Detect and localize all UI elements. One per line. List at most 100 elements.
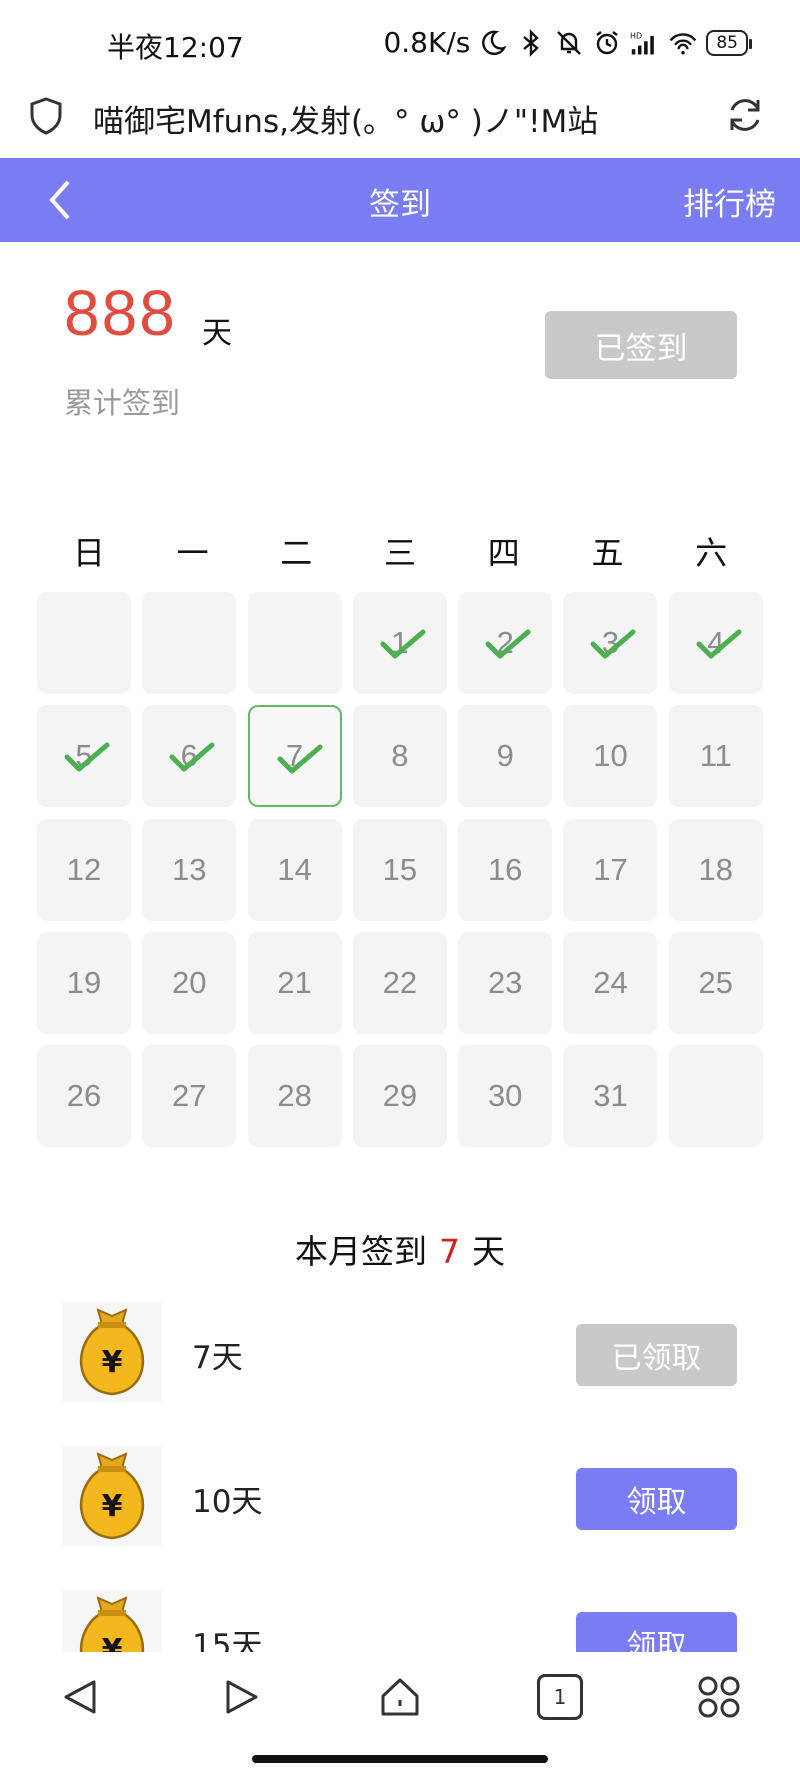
signed-check-icon [277, 744, 323, 774]
signed-in-button[interactable]: 已签到 [545, 311, 737, 379]
calendar-day: 18 [668, 818, 763, 921]
battery-icon: 85 [706, 29, 752, 56]
weekday-label: 六 [695, 534, 728, 572]
day-number: 13 [172, 851, 207, 887]
calendar-day: 26 [37, 1045, 131, 1148]
weekday-label: 五 [591, 534, 624, 572]
calendar-day: 21 [247, 931, 342, 1034]
calendar-day: 12 [37, 818, 131, 921]
day-number: 31 [593, 1078, 628, 1114]
page-title[interactable]: 喵御宅Mfuns,发射(。° ω° )ノ"!M站 [93, 96, 598, 141]
calendar-day: 4 [668, 592, 763, 694]
day-number: 30 [487, 1078, 523, 1114]
month-signin-prefix: 本月签到 [295, 1232, 427, 1271]
calendar-day: 13 [142, 818, 237, 921]
url-bar[interactable]: 喵御宅Mfuns,发射(。° ω° )ノ"!M站 [0, 80, 800, 158]
day-number: 26 [66, 1078, 102, 1114]
weekday-label: 二 [280, 534, 313, 572]
day-number: 27 [172, 1078, 207, 1114]
month-signin-count: 7 [439, 1232, 460, 1271]
calendar-day: 22 [352, 931, 447, 1034]
calendar-day: 10 [563, 705, 658, 808]
wifi-icon [670, 32, 697, 54]
month-signin-suffix: 天 [472, 1232, 505, 1271]
alarm-icon [596, 30, 619, 54]
day-number: 14 [277, 851, 312, 887]
calendar-day: 11 [668, 705, 763, 808]
calendar-day: 24 [563, 931, 658, 1034]
reload-icon[interactable] [724, 94, 766, 136]
signed-check-icon [696, 629, 742, 659]
day-number: 12 [66, 851, 102, 887]
calendar-day: 15 [352, 818, 447, 921]
day-number: 19 [66, 964, 102, 1000]
day-number: 23 [487, 964, 523, 1000]
signed-check-icon [380, 629, 426, 659]
signin-calendar: 1 2 3 4 5 6 7 8 9 10 11 12 13 14 15 16 17 18 19 20 21 22 23 24 2… [37, 592, 763, 1148]
home-indicator [252, 1755, 548, 1763]
calendar-day: 2 [458, 592, 553, 694]
status-bar: 半夜12:07 0.8K/s HD 85 [0, 0, 800, 90]
calendar-day: 30 [458, 1045, 553, 1148]
home-icon[interactable] [377, 1674, 423, 1720]
day-number: 9 [496, 738, 514, 774]
forward-icon[interactable] [218, 1674, 264, 1720]
day-number: 8 [391, 738, 409, 774]
page-heading: 签到 [369, 187, 431, 223]
tabs-icon[interactable]: 1 [537, 1674, 583, 1720]
shield-icon[interactable] [28, 96, 64, 136]
reward-item: ¥ 7天 已领取 [0, 1302, 800, 1402]
bell-muted-icon [557, 30, 582, 55]
svg-text:¥: ¥ [102, 1489, 123, 1524]
calendar-day: 3 [563, 592, 658, 694]
day-number: 18 [698, 851, 734, 887]
day-number: 11 [699, 738, 732, 774]
signed-check-icon [485, 629, 531, 659]
svg-text:HD: HD [630, 31, 642, 40]
calendar-empty-cell [668, 1045, 763, 1148]
day-number: 28 [277, 1078, 312, 1114]
menu-grid-icon[interactable] [696, 1674, 742, 1720]
weekday-label: 一 [176, 534, 209, 572]
day-number: 22 [382, 964, 418, 1000]
calendar-day: 6 [142, 705, 237, 808]
calendar-empty-cell [37, 592, 131, 694]
back-icon[interactable] [58, 1674, 104, 1720]
app-header: 签到 排行榜 [0, 158, 800, 242]
leaderboard-link[interactable]: 排行榜 [683, 179, 776, 224]
calendar-day: 28 [247, 1045, 342, 1148]
status-time: 半夜12:07 [107, 31, 244, 64]
calendar-day: 14 [247, 818, 342, 921]
calendar-day: 5 [37, 705, 131, 808]
bluetooth-icon [523, 28, 540, 57]
calendar-day: 19 [37, 931, 131, 1034]
calendar-day: 27 [142, 1045, 237, 1148]
weekday-label: 四 [487, 534, 520, 572]
calendar-day: 29 [352, 1045, 447, 1148]
moon-icon [482, 30, 507, 55]
browser-bottom-nav: 1 [0, 1652, 800, 1778]
signed-check-icon [64, 742, 110, 772]
weekday-label: 三 [384, 534, 417, 572]
calendar-day: 8 [352, 705, 447, 808]
calendar-day: 9 [458, 705, 553, 808]
weekday-header: 日一二三四五六 [37, 528, 763, 574]
calendar-day: 16 [458, 818, 553, 921]
day-number: 24 [593, 964, 628, 1000]
calendar-day: 31 [563, 1045, 658, 1148]
reward-days-label: 7天 [192, 1340, 243, 1376]
day-number: 25 [698, 964, 734, 1000]
reward-claimed-button[interactable]: 已领取 [576, 1324, 737, 1386]
reward-claim-button[interactable]: 领取 [576, 1468, 737, 1530]
calendar-day: 25 [668, 931, 763, 1034]
network-speed: 0.8K/s [383, 26, 471, 59]
weekday-label: 日 [72, 534, 105, 572]
svg-text:¥: ¥ [102, 1345, 123, 1380]
calendar-empty-cell [142, 592, 237, 694]
signed-check-icon [590, 629, 636, 659]
status-icons: 0.8K/s HD 85 [383, 26, 752, 59]
day-number: 17 [593, 851, 628, 887]
calendar-empty-cell [247, 592, 342, 694]
calendar-day: 1 [352, 592, 447, 694]
hd-signal-icon: HD [630, 31, 655, 54]
